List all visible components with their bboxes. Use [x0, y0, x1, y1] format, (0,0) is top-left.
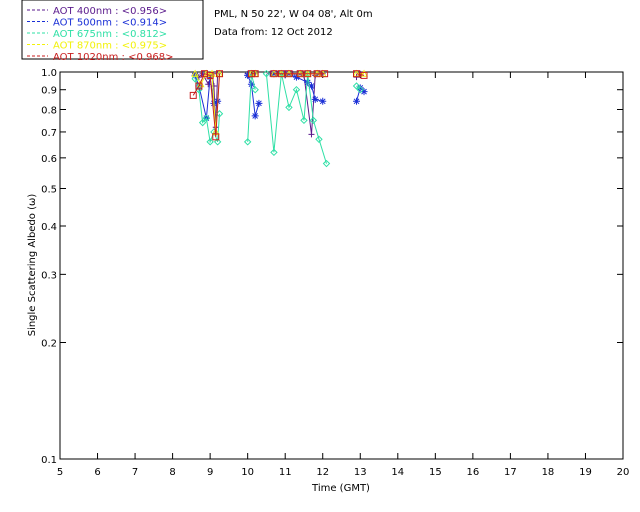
- date-header: Data from: 12 Oct 2012: [214, 27, 333, 38]
- legend: AOT 400nm : <0.956>AOT 500nm : <0.914>AO…: [21, 0, 204, 63]
- x-tick-label: 16: [466, 467, 479, 478]
- x-tick-label: 14: [391, 467, 404, 478]
- y-tick-label: 0.7: [41, 128, 57, 139]
- x-tick-label: 8: [169, 467, 175, 478]
- x-tick-label: 11: [279, 467, 292, 478]
- y-tick-label: 0.4: [41, 222, 57, 233]
- site-header: PML, N 50 22', W 04 08', Alt 0m: [214, 9, 373, 20]
- x-tick-label: 18: [542, 467, 555, 478]
- x-tick-label: 6: [94, 467, 100, 478]
- data-point: [251, 112, 259, 120]
- x-tick-label: 13: [354, 467, 367, 478]
- y-tick-label: 0.5: [41, 184, 57, 195]
- data-point: [353, 97, 361, 105]
- y-tick-label: 0.3: [41, 270, 57, 281]
- x-tick-label: 9: [207, 467, 213, 478]
- x-tick-label: 12: [316, 467, 329, 478]
- legend-entry: AOT 870nm : <0.975>: [53, 41, 167, 52]
- legend-entry: AOT 1020nm : <0.968>: [53, 52, 173, 63]
- legend-entry: AOT 400nm : <0.956>: [53, 6, 167, 17]
- x-tick-label: 20: [617, 467, 630, 478]
- x-axis-label: Time (GMT): [311, 483, 370, 494]
- x-tick-label: 7: [132, 467, 138, 478]
- y-tick-label: 0.6: [41, 154, 57, 165]
- data-point: [319, 97, 327, 105]
- data-point: [255, 99, 263, 107]
- y-tick-label: 0.1: [41, 455, 57, 466]
- x-tick-label: 5: [57, 467, 63, 478]
- y-tick-label: 0.9: [41, 86, 57, 97]
- legend-entry: AOT 500nm : <0.914>: [53, 18, 167, 29]
- y-tick-label: 0.8: [41, 106, 57, 117]
- data-point: [308, 131, 315, 138]
- series-2: [191, 69, 364, 168]
- legend-entry: AOT 675nm : <0.812>: [53, 29, 167, 40]
- albedo-chart: AOT 400nm : <0.956>AOT 500nm : <0.914>AO…: [21, 0, 630, 494]
- y-tick-label: 0.2: [41, 339, 57, 350]
- y-tick-label: 1.0: [41, 68, 57, 79]
- x-tick-label: 10: [241, 467, 254, 478]
- plot-frame: [59, 71, 624, 460]
- x-tick-label: 17: [504, 467, 517, 478]
- x-tick-label: 15: [429, 467, 442, 478]
- data-point: [311, 95, 319, 103]
- y-axis-label: Single Scattering Albedo (ω): [27, 194, 38, 337]
- x-tick-label: 19: [579, 467, 592, 478]
